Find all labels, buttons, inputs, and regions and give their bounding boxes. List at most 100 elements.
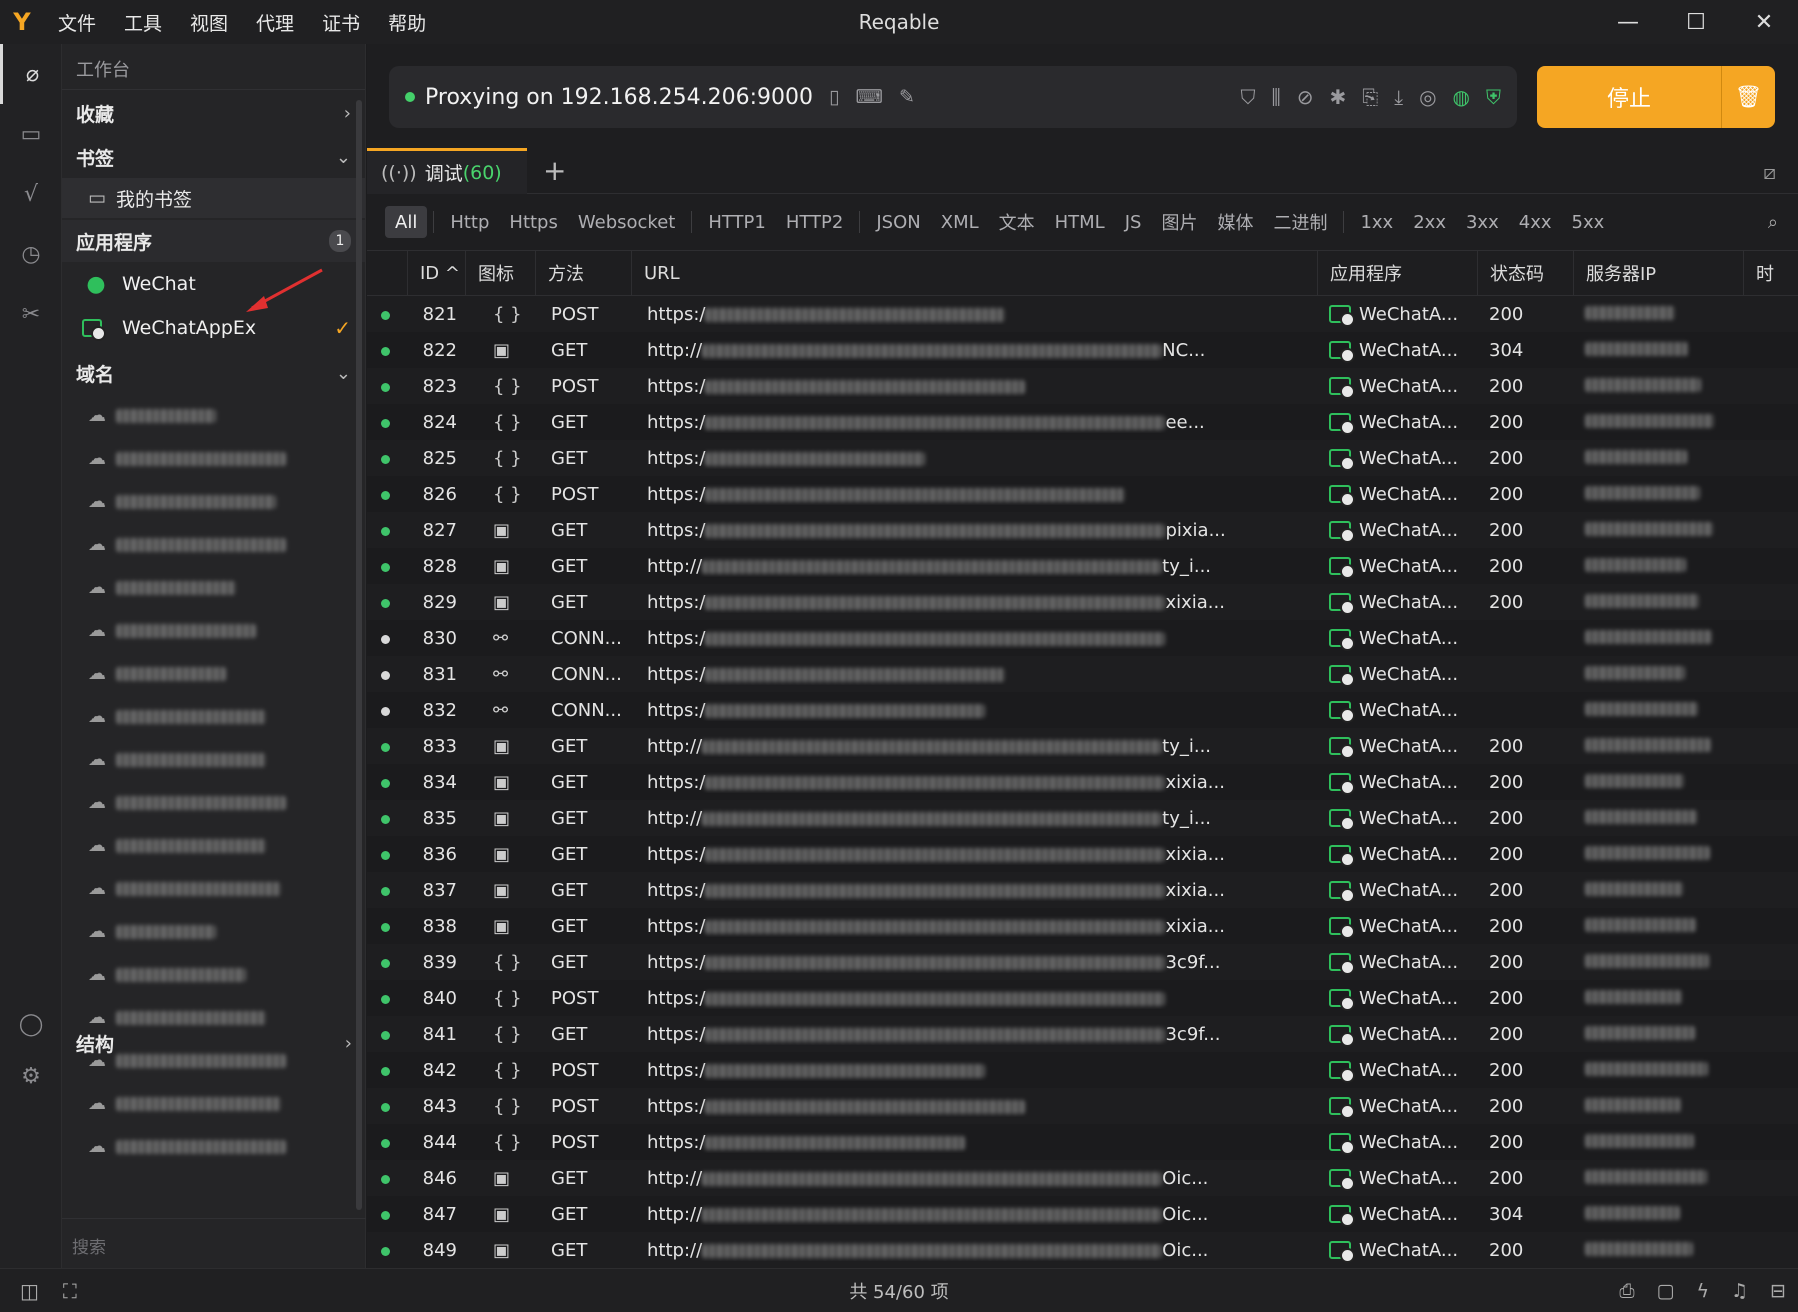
filter-3-4[interactable]: JS (1115, 206, 1152, 238)
filter-4-2[interactable]: 3xx (1456, 206, 1509, 238)
domain-item[interactable]: ☁ (62, 738, 365, 781)
table-row[interactable]: 824 { } GET https:/ ee... WeChatA... 200 (367, 404, 1798, 440)
trash-icon[interactable]: 🗑 (1722, 85, 1775, 110)
tools-icon[interactable]: ✂ (0, 284, 62, 344)
table-row[interactable]: 831 ⚯ CONN... https:/ WeChatA... (367, 656, 1798, 692)
phone-icon[interactable]: ▯ (829, 86, 839, 108)
split-view-icon[interactable]: ⊟ (1770, 1280, 1786, 1302)
col-status[interactable]: 状态码 (1477, 250, 1573, 296)
domain-item[interactable]: ☁ (62, 652, 365, 695)
filter-4-4[interactable]: 5xx (1562, 206, 1615, 238)
sidebar-search-input[interactable]: 搜索 (62, 1218, 366, 1268)
sidebar-toggle-icon[interactable]: ◫ (20, 1279, 39, 1303)
table-row[interactable]: 827 ▣ GET https:/ pixia... WeChatA... 200 (367, 512, 1798, 548)
section-bookmarks[interactable]: 书签 ⌄ (62, 136, 365, 178)
table-row[interactable]: 841 { } GET https:/ 3c9f... WeChatA... 200 (367, 1016, 1798, 1052)
table-row[interactable]: 832 ⚯ CONN... https:/ WeChatA... (367, 692, 1798, 728)
menu-proxy[interactable]: 代理 (242, 9, 308, 36)
domain-item[interactable]: ☁ (62, 910, 365, 953)
col-method[interactable]: 方法 (535, 250, 631, 296)
col-id[interactable]: ID ^ (407, 250, 465, 296)
table-row[interactable]: 836 ▣ GET https:/ xixia... WeChatA... 200 (367, 836, 1798, 872)
filter-3-0[interactable]: JSON (866, 206, 930, 238)
table-row[interactable]: 849 ▣ GET http:// Oic... WeChatA... 200 (367, 1232, 1798, 1268)
globe-icon[interactable]: ◍ (1453, 85, 1470, 109)
maximize-button[interactable]: ☐ (1662, 0, 1730, 44)
filter-0-0[interactable]: All (385, 206, 428, 238)
filter-3-1[interactable]: XML (931, 206, 989, 238)
comment-icon[interactable]: ▢ (1657, 1280, 1675, 1302)
filter-3-7[interactable]: 二进制 (1263, 206, 1337, 238)
history-icon[interactable]: ◷ (0, 224, 62, 284)
account-icon[interactable]: ◯ (0, 994, 62, 1054)
tab-debug[interactable]: ((·)) 调试 (60) (367, 148, 527, 194)
shield-icon[interactable]: ⛨ (1486, 85, 1501, 109)
minimize-button[interactable]: — (1594, 0, 1662, 44)
import-icon[interactable]: ⎙ (1619, 1280, 1634, 1302)
table-row[interactable]: 829 ▣ GET https:/ xixia... WeChatA... 200 (367, 584, 1798, 620)
gauge-icon[interactable]: ◎ (1419, 85, 1436, 109)
filter-3-6[interactable]: 媒体 (1207, 206, 1263, 238)
stop-proxy-button[interactable]: 停止 🗑 (1537, 66, 1775, 128)
table-row[interactable]: 834 ▣ GET https:/ xixia... WeChatA... 200 (367, 764, 1798, 800)
domain-item[interactable]: ☁ (62, 867, 365, 910)
fullscreen-icon[interactable]: ⛶ (63, 1279, 77, 1303)
table-row[interactable]: 821 { } POST https:/ WeChatA... 200 (367, 296, 1798, 332)
menu-file[interactable]: 文件 (44, 9, 110, 36)
domain-item[interactable]: ☁ (62, 1125, 365, 1168)
domain-item[interactable]: ☁ (62, 781, 365, 824)
filter-2-0[interactable]: HTTP1 (698, 206, 776, 238)
filter-3-2[interactable]: 文本 (989, 206, 1045, 238)
table-row[interactable]: 822 ▣ GET http:// NC... WeChatA... 304 (367, 332, 1798, 368)
filter-1-1[interactable]: Https (499, 206, 567, 238)
filter-4-1[interactable]: 2xx (1403, 206, 1456, 238)
table-row[interactable]: 826 { } POST https:/ WeChatA... 200 (367, 476, 1798, 512)
col-url[interactable]: URL (631, 250, 1317, 296)
no-capture-icon[interactable]: ⧄ (1763, 160, 1776, 184)
filter-4-0[interactable]: 1xx (1350, 206, 1403, 238)
table-row[interactable]: 830 ⚯ CONN... https:/ WeChatA... (367, 620, 1798, 656)
table-row[interactable]: 823 { } POST https:/ WeChatA... 200 (367, 368, 1798, 404)
table-row[interactable]: 840 { } POST https:/ WeChatA... 200 (367, 980, 1798, 1016)
col-app[interactable]: 应用程序 (1317, 250, 1477, 296)
table-row[interactable]: 825 { } GET https:/ WeChatA... 200 (367, 440, 1798, 476)
domain-item[interactable]: ☁ (62, 437, 365, 480)
function-icon[interactable]: √ (0, 164, 62, 224)
table-row[interactable]: 839 { } GET https:/ 3c9f... WeChatA... 200 (367, 944, 1798, 980)
table-row[interactable]: 838 ▣ GET https:/ xixia... WeChatA... 200 (367, 908, 1798, 944)
table-row[interactable]: 835 ▣ GET http:// ty_i... WeChatA... 200 (367, 800, 1798, 836)
section-structure[interactable]: 结构 › (62, 1022, 366, 1064)
domain-item[interactable]: ☁ (62, 523, 365, 566)
section-domains[interactable]: 域名 ⌄ (62, 352, 365, 394)
table-row[interactable]: 837 ▣ GET https:/ xixia... WeChatA... 200 (367, 872, 1798, 908)
menu-help[interactable]: 帮助 (374, 9, 440, 36)
menu-cert[interactable]: 证书 (308, 9, 374, 36)
filter-4-3[interactable]: 4xx (1509, 206, 1562, 238)
domain-item[interactable]: ☁ (62, 1082, 365, 1125)
script-off-icon[interactable]: ⎘ (1362, 85, 1378, 109)
section-apps[interactable]: 应用程序 1 (62, 220, 365, 262)
no-network-icon[interactable]: ⊘ (1297, 85, 1314, 109)
table-row[interactable]: 842 { } POST https:/ WeChatA... 200 (367, 1052, 1798, 1088)
menu-view[interactable]: 视图 (176, 9, 242, 36)
bug-icon[interactable]: ✱ (1329, 85, 1346, 109)
my-bookmarks-item[interactable]: ▭ 我的书签 (62, 178, 365, 218)
filter-3-5[interactable]: 图片 (1151, 206, 1207, 238)
table-row[interactable]: 828 ▣ GET http:// ty_i... WeChatA... 200 (367, 548, 1798, 584)
filter-2-1[interactable]: HTTP2 (776, 206, 854, 238)
sidebar-scrollbar[interactable] (356, 100, 362, 1210)
domain-item[interactable]: ☁ (62, 953, 365, 996)
domain-item[interactable]: ☁ (62, 480, 365, 523)
domain-item[interactable]: ☁ (62, 695, 365, 738)
col-ip[interactable]: 服务器IP (1573, 250, 1743, 296)
flash-icon[interactable]: ϟ (1696, 1280, 1709, 1302)
table-row[interactable]: 844 { } POST https:/ WeChatA... 200 (367, 1124, 1798, 1160)
download-icon[interactable]: ⤓ (1394, 85, 1403, 109)
add-tab-button[interactable]: + (543, 154, 566, 187)
bell-icon[interactable]: ♫ (1731, 1280, 1748, 1302)
filter-1-2[interactable]: Websocket (568, 206, 685, 238)
table-row[interactable]: 846 ▣ GET http:// Oic... WeChatA... 200 (367, 1160, 1798, 1196)
domain-item[interactable]: ☁ (62, 824, 365, 867)
domain-item[interactable]: ☁ (62, 609, 365, 652)
settings-gear-icon[interactable]: ⚙ (0, 1046, 62, 1106)
